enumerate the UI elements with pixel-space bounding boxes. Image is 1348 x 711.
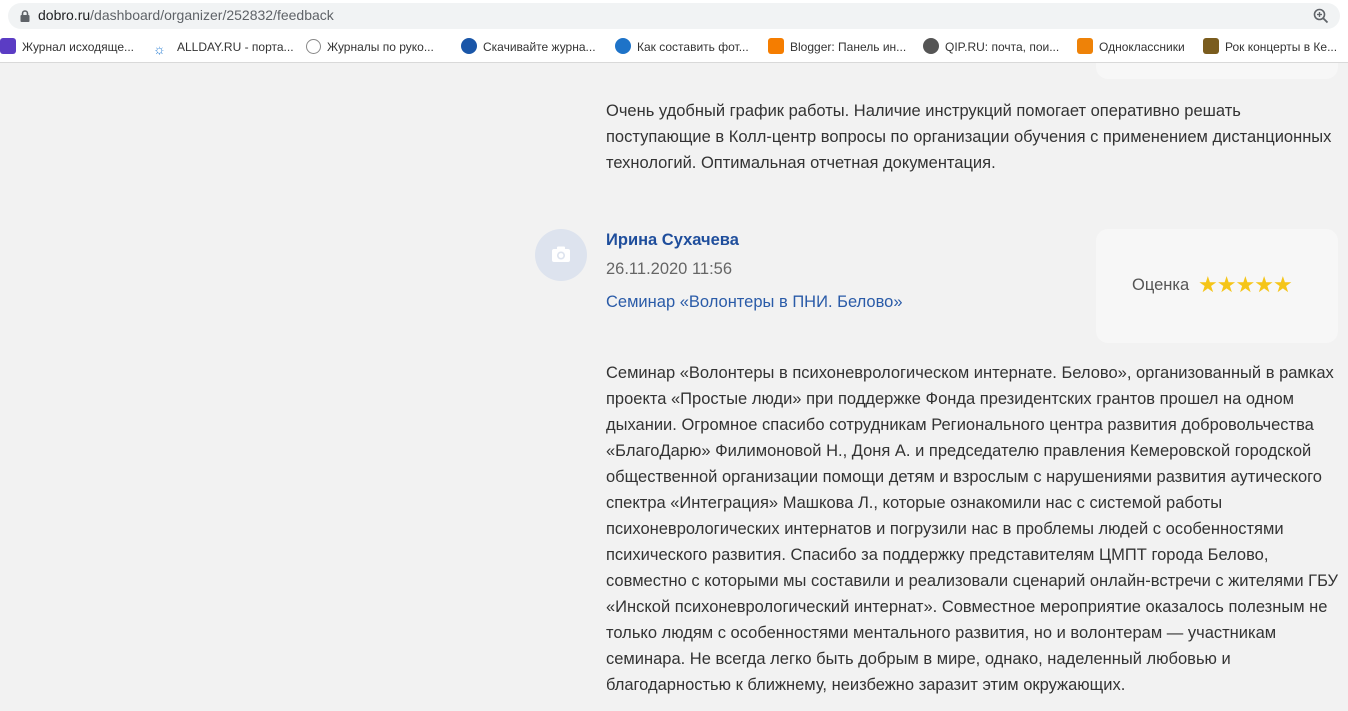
rock-icon	[1203, 38, 1219, 54]
feedback-list: Очень удобный график работы. Наличие инс…	[0, 63, 1348, 711]
star-icon: ★	[1235, 272, 1255, 297]
bookmark-item[interactable]: Скачивайте журна...	[461, 38, 596, 56]
review-event-link[interactable]: Семинар «Волонтеры в ПНИ. Белово»	[606, 293, 903, 312]
bookmark-item[interactable]: QIP.RU: почта, пои...	[923, 38, 1059, 56]
review-author[interactable]: Ирина Сухачева	[606, 231, 739, 250]
bookmark-item[interactable]: Blogger: Панель ин...	[768, 38, 906, 56]
url-host: dobro.ru	[38, 7, 91, 23]
bookmark-item[interactable]: ☼ ALLDAY.RU - порта...	[153, 38, 294, 57]
bookmark-item[interactable]: Журнал исходяще...	[0, 38, 134, 56]
bookmark-item[interactable]: Как составить фот...	[615, 38, 749, 56]
globe-icon	[923, 38, 939, 54]
review-text: Семинар «Волонтеры в психоневрологическо…	[606, 364, 1339, 694]
review-date: 26.11.2020 11:56	[606, 260, 733, 278]
rating-label: Оценка	[1132, 276, 1190, 294]
camera-icon	[552, 246, 570, 262]
bookmark-item[interactable]: Рок концерты в Ке...	[1203, 38, 1337, 56]
address-bar: dobro.ru/dashboard/organizer/252832/feed…	[0, 0, 1348, 32]
zoom-icon[interactable]	[1312, 7, 1330, 25]
avatar	[535, 229, 587, 281]
edge-icon	[615, 38, 631, 54]
globe-icon	[461, 38, 477, 54]
prev-rating-card	[1096, 63, 1338, 79]
star-icon: ★	[1254, 272, 1274, 297]
prev-review-text: Очень удобный график работы. Наличие инс…	[606, 102, 1332, 172]
star-icon: ★	[1272, 272, 1293, 297]
rating-stars: ★★★★★	[1198, 272, 1293, 297]
blogger-icon	[768, 38, 784, 54]
url-field[interactable]: dobro.ru/dashboard/organizer/252832/feed…	[8, 3, 1340, 29]
url-path: /dashboard/organizer/252832/feedback	[90, 7, 334, 23]
bookmarks-bar: Журнал исходяще... ☼ ALLDAY.RU - порта...…	[0, 32, 1348, 63]
bookmark-item[interactable]: Одноклассники	[1077, 38, 1185, 56]
list-icon	[0, 38, 16, 54]
star-icon: ★	[1216, 272, 1237, 297]
url-text[interactable]: dobro.ru/dashboard/organizer/252832/feed…	[38, 7, 334, 23]
clock-icon	[306, 39, 321, 54]
ok-icon	[1077, 38, 1093, 54]
rating-card: Оценка ★★★★★	[1096, 229, 1338, 343]
lock-icon	[20, 10, 30, 22]
star-icon: ★	[1198, 272, 1218, 297]
sun-icon: ☼	[153, 41, 166, 57]
bookmark-item[interactable]: Журналы по руко...	[306, 38, 434, 56]
